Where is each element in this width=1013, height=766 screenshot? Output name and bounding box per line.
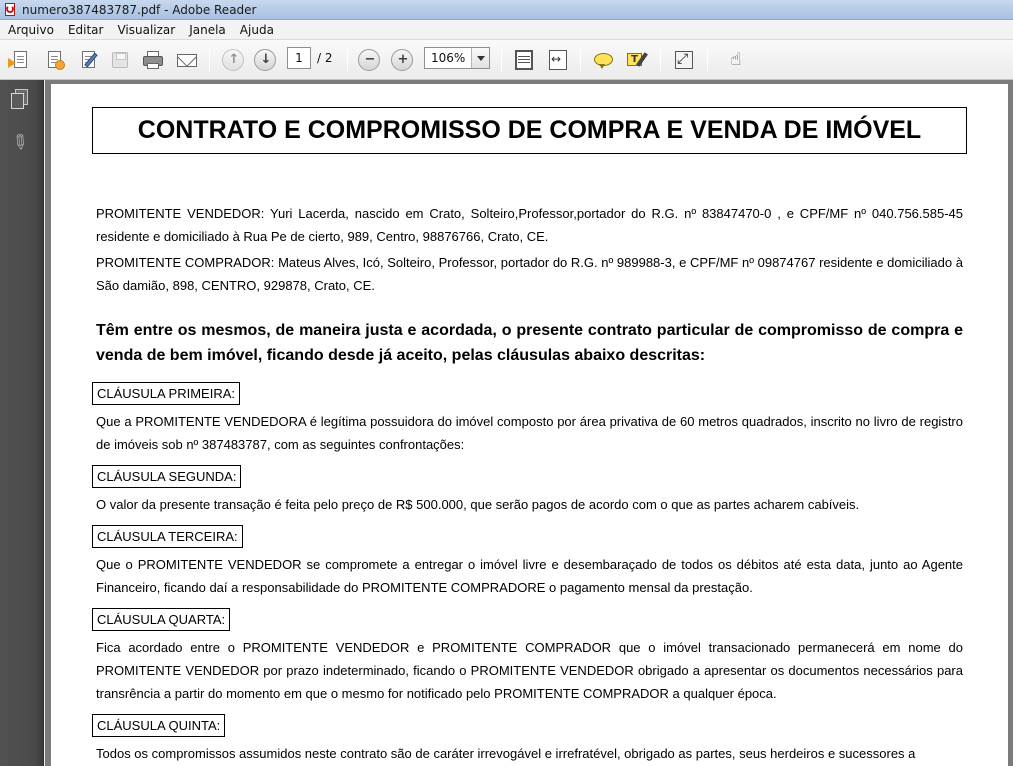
toolbar-separator	[347, 49, 348, 71]
toolbar: ↑ ↓ − + T ☝	[0, 40, 1013, 80]
attachments-icon[interactable]: ✎	[5, 126, 36, 157]
menu-editar[interactable]: Editar	[61, 20, 111, 40]
sign-icon[interactable]	[76, 48, 100, 72]
clause-text: Que a PROMITENTE VENDEDORA é legítima po…	[96, 414, 963, 452]
clause-heading: CLÁUSULA TERCEIRA:	[92, 525, 243, 548]
next-page-icon[interactable]: ↓	[253, 48, 277, 72]
title-bar: numero387483787.pdf - Adobe Reader	[0, 0, 1013, 20]
chevron-down-icon[interactable]	[471, 48, 489, 68]
vendedor-paragraph: PROMITENTE VENDEDOR: Yuri Lacerda, nasci…	[96, 206, 963, 244]
zoom-select[interactable]: 106%	[424, 47, 490, 69]
fit-page-icon[interactable]	[512, 48, 536, 72]
save-icon[interactable]	[108, 48, 132, 72]
hand-tool-icon[interactable]: ☝	[723, 48, 747, 72]
highlight-icon[interactable]: T	[625, 48, 649, 72]
document-viewport[interactable]: CONTRATO E COMPROMISSO DE COMPRA E VENDA…	[45, 80, 1013, 766]
toolbar-separator	[209, 49, 210, 71]
clause-heading: CLÁUSULA SEGUNDA:	[92, 465, 242, 488]
pdf-page: CONTRATO E COMPROMISSO DE COMPRA E VENDA…	[51, 84, 1008, 766]
zoom-value[interactable]: 106%	[431, 48, 465, 68]
intro-paragraph: Têm entre os mesmos, de maneira justa e …	[96, 322, 963, 364]
open-file-icon[interactable]	[8, 48, 32, 72]
full-screen-icon[interactable]	[672, 48, 696, 72]
pdf-app-icon	[3, 2, 17, 17]
previous-page-icon[interactable]: ↑	[221, 48, 245, 72]
toolbar-separator	[501, 49, 502, 71]
menu-janela[interactable]: Janela	[182, 20, 233, 40]
fit-width-icon[interactable]	[546, 48, 570, 72]
navigation-panel: ✎	[0, 80, 44, 766]
toolbar-separator	[580, 49, 581, 71]
page-number-input[interactable]: 1	[287, 47, 311, 69]
comprador-paragraph: PROMITENTE COMPRADOR: Mateus Alves, Icó,…	[96, 255, 963, 293]
print-icon[interactable]	[141, 48, 165, 72]
zoom-out-icon[interactable]: −	[357, 48, 381, 72]
menu-visualizar[interactable]: Visualizar	[110, 20, 182, 40]
pages-icon[interactable]	[11, 89, 31, 111]
clause-heading: CLÁUSULA PRIMEIRA:	[92, 382, 240, 405]
comment-icon[interactable]	[592, 48, 616, 72]
menu-arquivo[interactable]: Arquivo	[0, 20, 61, 40]
document-title: CONTRATO E COMPROMISSO DE COMPRA E VENDA…	[92, 107, 967, 154]
create-pdf-icon[interactable]	[42, 48, 66, 72]
window-title: numero387483787.pdf - Adobe Reader	[22, 2, 257, 17]
clause-heading: CLÁUSULA QUARTA:	[92, 608, 231, 631]
email-icon[interactable]	[175, 48, 199, 72]
page-total-label: / 2	[317, 51, 333, 65]
clause-heading: CLÁUSULA QUINTA:	[92, 714, 226, 737]
toolbar-separator	[660, 49, 661, 71]
clause-text: Que o PROMITENTE VENDEDOR se compromete …	[96, 557, 963, 595]
clause-text: Todos os compromissos assumidos neste co…	[96, 746, 916, 761]
menu-ajuda[interactable]: Ajuda	[233, 20, 281, 40]
menu-bar: Arquivo Editar Visualizar Janela Ajuda	[0, 20, 1013, 40]
clause-text: Fica acordado entre o PROMITENTE VENDEDO…	[96, 640, 963, 701]
clause-text: O valor da presente transação é feita pe…	[96, 497, 860, 512]
zoom-in-icon[interactable]: +	[390, 48, 414, 72]
toolbar-separator	[707, 49, 708, 71]
